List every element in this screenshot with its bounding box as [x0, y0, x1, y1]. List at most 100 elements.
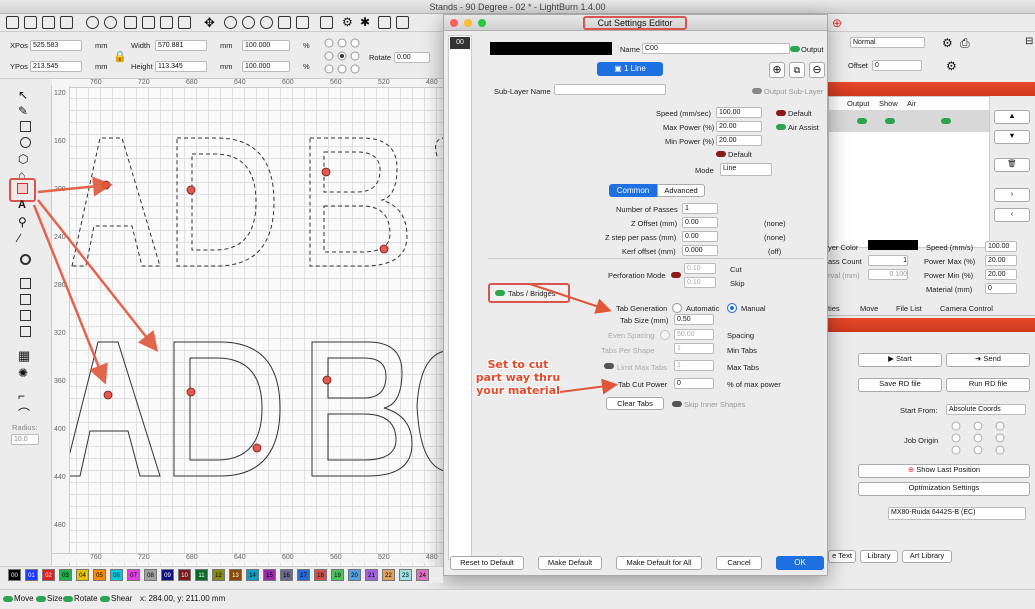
palette-swatch[interactable]: 22	[382, 569, 395, 581]
tab-camera-control[interactable]: Camera Control	[940, 304, 993, 313]
job-origin-grid[interactable]	[946, 420, 1006, 456]
sublayer-name-field[interactable]	[554, 84, 666, 95]
palette-swatch[interactable]: 05	[93, 569, 106, 581]
palette-swatch[interactable]: 16	[280, 569, 293, 581]
tab-art-library[interactable]: Art Library	[902, 550, 952, 563]
device-select[interactable]: MX80-Ruida 6442S-B (EC)	[888, 507, 1026, 520]
close-icon[interactable]	[450, 19, 458, 27]
start-button[interactable]: ▶ Start	[858, 353, 942, 367]
interval-field[interactable]: 0.100	[868, 269, 908, 280]
tab-cut-power-field[interactable]: 0	[674, 378, 714, 389]
mode-select[interactable]: Line	[720, 163, 772, 176]
power-min-field[interactable]: 20.00	[985, 269, 1017, 280]
layer-color-swatch[interactable]	[868, 240, 918, 250]
passes-field[interactable]: 1	[682, 203, 718, 214]
minimize-icon[interactable]	[464, 19, 472, 27]
copy-sublayer-icon[interactable]: ⧉	[789, 62, 805, 78]
radius-field[interactable]: 10.0	[11, 434, 39, 445]
palette-swatch[interactable]: 06	[110, 569, 123, 581]
tab-advanced[interactable]: Advanced	[657, 184, 705, 197]
z-step-field[interactable]: 0.00	[682, 231, 718, 242]
limit-max-tabs-field[interactable]: 1	[674, 360, 714, 371]
arrow-left-icon[interactable]: ‹	[994, 208, 1030, 222]
send-button[interactable]: ➜ Send	[946, 353, 1030, 367]
kerf-field[interactable]: 0.000	[682, 245, 718, 256]
palette-swatch[interactable]: 20	[348, 569, 361, 581]
speed-field[interactable]: 100.00	[716, 107, 762, 118]
tab-library[interactable]: Library	[860, 550, 898, 563]
move-down-icon[interactable]: ▼	[994, 130, 1030, 144]
tab-variable-text[interactable]: e Text	[828, 550, 856, 563]
palette-swatch[interactable]: 21	[365, 569, 378, 581]
size-toggle[interactable]	[36, 596, 46, 602]
tab-size-field[interactable]: 0.50	[674, 314, 714, 325]
output-toggle[interactable]	[790, 46, 800, 52]
layer-tab[interactable]: 00	[450, 37, 470, 49]
automatic-radio[interactable]	[672, 303, 682, 313]
move-up-icon[interactable]: ▲	[994, 110, 1030, 124]
delete-layer-icon[interactable]: 🗑	[994, 158, 1030, 172]
palette-swatch[interactable]: 13	[229, 569, 242, 581]
power-default-toggle[interactable]	[716, 151, 726, 157]
arrow-right-icon[interactable]: ›	[994, 188, 1030, 202]
z-offset-field[interactable]: 0.00	[682, 217, 718, 228]
perf-skip-field[interactable]: 0.10	[684, 277, 716, 288]
show-last-position-button[interactable]: ⊕ Show Last Position	[858, 464, 1030, 478]
cancel-button[interactable]: Cancel	[716, 556, 762, 570]
speed-default-toggle[interactable]	[776, 110, 786, 116]
palette-swatch[interactable]: 23	[399, 569, 412, 581]
pass-count-field[interactable]: 1	[868, 255, 908, 266]
crosshair-icon[interactable]: ⊕	[832, 16, 842, 30]
run-rd-button[interactable]: Run RD file	[946, 378, 1030, 392]
material-field[interactable]: 0	[985, 283, 1017, 294]
tabs-per-shape-field[interactable]: 1	[674, 343, 714, 354]
make-default-button[interactable]: Make Default	[538, 556, 602, 570]
tab-file-list[interactable]: File List	[896, 304, 922, 313]
palette-swatch[interactable]: 24	[416, 569, 429, 581]
save-rd-button[interactable]: Save RD file	[858, 378, 942, 392]
palette-swatch[interactable]: 07	[127, 569, 140, 581]
palette-swatch[interactable]: 18	[314, 569, 327, 581]
palette-swatch[interactable]: 09	[161, 569, 174, 581]
printer-icon[interactable]: ⎙	[960, 36, 970, 51]
speed-field[interactable]: 100.00	[985, 241, 1017, 252]
tab-common[interactable]: Common	[609, 184, 657, 197]
even-spacing-radio[interactable]	[660, 330, 670, 340]
palette-swatch[interactable]: 12	[212, 569, 225, 581]
palette-swatch[interactable]: 17	[297, 569, 310, 581]
palette-swatch[interactable]: 11	[195, 569, 208, 581]
rotary-icon[interactable]: ⚙	[942, 36, 953, 50]
layer-row[interactable]	[829, 110, 989, 132]
remove-sublayer-icon[interactable]: ⊖	[809, 62, 825, 78]
optimization-settings-button[interactable]: Optimization Settings	[858, 482, 1030, 496]
power-max-field[interactable]: 20.00	[985, 255, 1017, 266]
palette-swatch[interactable]: 10	[178, 569, 191, 581]
show-toggle[interactable]	[885, 118, 895, 124]
skip-inner-toggle[interactable]	[672, 401, 682, 407]
palette-swatch[interactable]: 02	[42, 569, 55, 581]
slider-icon[interactable]: ⊟	[1025, 36, 1033, 47]
air-assist-toggle[interactable]	[776, 124, 786, 130]
add-sublayer-icon[interactable]: ⊕	[769, 62, 785, 78]
offset-field[interactable]: 0	[872, 60, 922, 71]
palette-swatch[interactable]: 01	[25, 569, 38, 581]
tab-properties[interactable]: ties	[828, 304, 840, 313]
shear-toggle[interactable]	[100, 596, 110, 602]
perforation-toggle[interactable]	[671, 272, 681, 278]
sublayer-1-line-button[interactable]: ▣ 1 Line	[597, 62, 663, 76]
reset-default-button[interactable]: Reset to Default	[450, 556, 524, 570]
spacing-field[interactable]: 50.00	[674, 329, 714, 340]
zoom-icon[interactable]	[478, 19, 486, 27]
palette-swatch[interactable]: 04	[76, 569, 89, 581]
output-toggle[interactable]	[857, 118, 867, 124]
manual-radio[interactable]	[727, 303, 737, 313]
ok-button[interactable]: OK	[776, 556, 824, 570]
min-power-field[interactable]: 20.00	[716, 135, 762, 146]
palette-swatch[interactable]: 15	[263, 569, 276, 581]
tab-move[interactable]: Move	[860, 304, 878, 313]
tabs-bridges-toggle[interactable]	[495, 290, 505, 296]
palette-swatch[interactable]: 08	[144, 569, 157, 581]
palette-swatch[interactable]: 03	[59, 569, 72, 581]
normal-select[interactable]: Normal	[850, 37, 925, 48]
air-toggle[interactable]	[941, 118, 951, 124]
